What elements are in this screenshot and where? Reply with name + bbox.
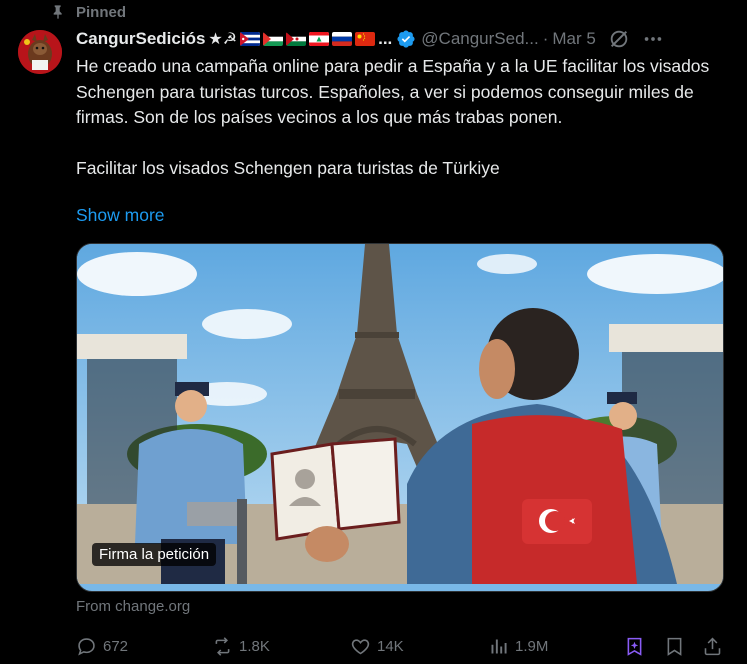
repost-icon: [215, 636, 230, 656]
tweet-text: He creado una campaña online para pedir …: [76, 54, 726, 182]
like-button[interactable]: 14K: [350, 632, 404, 660]
palestine-flag: [263, 32, 284, 46]
reply-count: 672: [103, 637, 129, 655]
author-handle[interactable]: @CangurSed...: [421, 29, 538, 49]
reply-icon: [78, 637, 95, 655]
display-name[interactable]: CangurSediciós: [76, 29, 205, 49]
lebanon-flag: [309, 32, 330, 46]
card-source[interactable]: From change.org: [76, 598, 190, 615]
pin-icon: [53, 5, 62, 19]
repost-count: 1.8K: [239, 637, 270, 655]
more-options-icon[interactable]: [642, 28, 664, 50]
card-label: Firma la petición: [92, 543, 217, 566]
avatar-image: [18, 30, 62, 74]
name-badges: ★☭ ...: [208, 29, 392, 49]
bookmark-button[interactable]: [664, 632, 691, 660]
star-sickle-emoji: ★☭: [208, 31, 238, 48]
tweet-header: CangurSediciós ★☭ ... @CangurSed... · Ma…: [76, 26, 731, 52]
tweet-date[interactable]: Mar 5: [552, 29, 595, 49]
cuba-flag: [240, 32, 261, 46]
russia-flag: [332, 32, 353, 46]
tweet-paragraph-1: He creado una campaña online para pedir …: [76, 56, 710, 127]
like-count: 14K: [377, 637, 404, 655]
grok-icon[interactable]: [608, 28, 630, 50]
grok-analyze-button[interactable]: [624, 632, 651, 660]
views-count: 1.9M: [515, 637, 549, 655]
china-flag: [355, 32, 376, 46]
bookmark-icon: [667, 637, 682, 656]
share-icon: [704, 637, 721, 655]
share-button[interactable]: [702, 632, 729, 660]
heart-icon: [351, 638, 370, 654]
repost-button[interactable]: 1.8K: [212, 632, 270, 660]
sahrawi-flag: [286, 32, 307, 46]
verified-badge-icon[interactable]: [396, 29, 416, 49]
grok-sparkle-icon: [627, 637, 642, 656]
name-ellipsis: ...: [378, 29, 393, 48]
views-button[interactable]: 1.9M: [488, 632, 548, 660]
tweet-paragraph-2: Facilitar los visados Schengen para turi…: [76, 158, 500, 178]
avatar[interactable]: [18, 30, 62, 74]
views-chart-icon: [491, 639, 507, 653]
header-separator: ·: [542, 29, 549, 48]
show-more-link[interactable]: Show more: [76, 205, 165, 226]
pinned-label: Pinned: [76, 3, 127, 21]
link-card[interactable]: Firma la petición: [76, 243, 724, 592]
pinned-indicator: Pinned: [50, 2, 126, 22]
card-image: [77, 244, 723, 584]
action-bar: 672 1.8K 14K 1.9M: [76, 632, 726, 660]
reply-button[interactable]: 672: [76, 632, 128, 660]
